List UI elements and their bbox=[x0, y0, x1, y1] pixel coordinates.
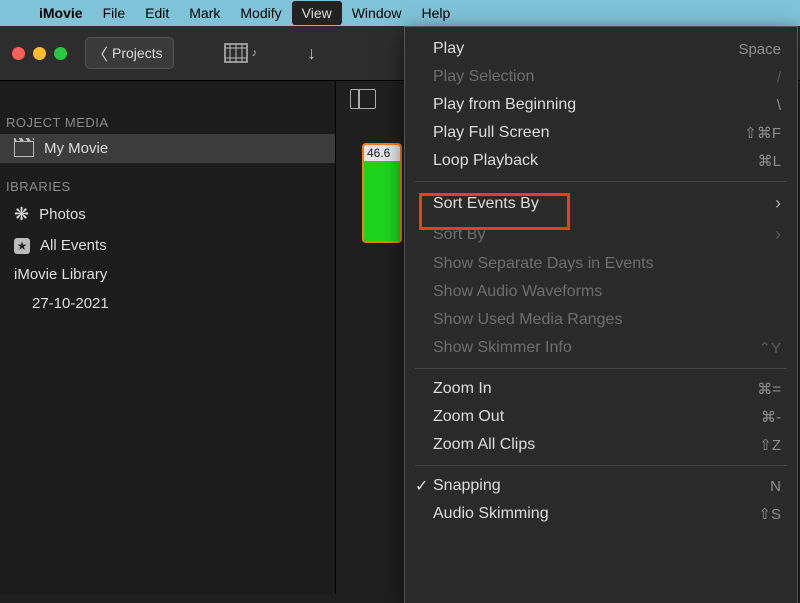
sidebar-item-photos[interactable]: ❋ Photos bbox=[0, 198, 335, 231]
media-clip[interactable]: 46.6 bbox=[362, 143, 402, 243]
clip-thumbnail bbox=[364, 161, 400, 243]
menu-item-label: Zoom Out bbox=[433, 408, 504, 426]
menu-item-shortcut: Space bbox=[738, 41, 781, 58]
menu-item-label: Show Used Media Ranges bbox=[433, 311, 622, 329]
minimize-window-button[interactable] bbox=[33, 47, 46, 60]
menu-item-label: Show Audio Waveforms bbox=[433, 283, 602, 301]
filmstrip-icon bbox=[224, 43, 250, 63]
menubar-view[interactable]: View bbox=[292, 1, 342, 25]
sidebar-item-label: All Events bbox=[40, 237, 107, 254]
menu-separator bbox=[415, 181, 787, 182]
clapperboard-icon bbox=[14, 141, 34, 157]
sidebar-item-event-date[interactable]: 27-10-2021 bbox=[0, 289, 335, 318]
sidebar: ROJECT MEDIA My Movie IBRARIES ❋ Photos … bbox=[0, 81, 336, 594]
menu-item-shortcut: ⇧⌘F bbox=[744, 124, 781, 142]
sidebar-item-label: Photos bbox=[39, 206, 86, 223]
menubar-app-name[interactable]: iMovie bbox=[29, 1, 93, 25]
menu-item-shortcut: / bbox=[777, 69, 781, 86]
menu-item-label: Play bbox=[433, 40, 464, 58]
layout-toggle-button[interactable] bbox=[350, 89, 376, 109]
sidebar-item-label: iMovie Library bbox=[14, 266, 107, 283]
menu-item-label: Play from Beginning bbox=[433, 96, 576, 114]
window-controls bbox=[12, 47, 67, 60]
sidebar-item-label: 27-10-2021 bbox=[32, 295, 109, 312]
menu-item-label: Show Skimmer Info bbox=[433, 339, 572, 357]
menu-item-shortcut: N bbox=[770, 478, 781, 495]
menu-item-play-selection: Play Selection / bbox=[405, 63, 797, 91]
menu-item-label: Loop Playback bbox=[433, 152, 538, 170]
chevron-left-icon: 〈 bbox=[92, 41, 108, 65]
menu-item-audio-skimming[interactable]: Audio Skimming ⇧S bbox=[405, 500, 797, 528]
menu-item-sort-by: Sort By › bbox=[405, 219, 797, 250]
sidebar-item-my-movie[interactable]: My Movie bbox=[0, 134, 335, 163]
menu-item-label: Play Selection bbox=[433, 68, 534, 86]
back-label: Projects bbox=[112, 45, 163, 61]
menubar-edit[interactable]: Edit bbox=[135, 1, 179, 25]
sidebar-heading-project-media: ROJECT MEDIA bbox=[0, 111, 335, 134]
menu-item-label: Sort Events By bbox=[433, 195, 539, 213]
menubar-mark[interactable]: Mark bbox=[179, 1, 230, 25]
menu-item-used-media-ranges: Show Used Media Ranges bbox=[405, 306, 797, 334]
menubar-help[interactable]: Help bbox=[412, 1, 461, 25]
menu-item-shortcut: ⌃Y bbox=[758, 339, 781, 357]
menu-item-shortcut: ⌘= bbox=[757, 380, 781, 398]
sidebar-item-label: My Movie bbox=[44, 140, 108, 157]
menu-item-label: Show Separate Days in Events bbox=[433, 255, 654, 273]
menu-item-audio-waveforms: Show Audio Waveforms bbox=[405, 278, 797, 306]
menubar-modify[interactable]: Modify bbox=[230, 1, 291, 25]
menu-item-sort-events-by[interactable]: Sort Events By › bbox=[405, 188, 797, 219]
menu-item-shortcut: ⌘L bbox=[758, 152, 781, 170]
menu-item-label: Snapping bbox=[433, 477, 501, 495]
menu-item-shortcut: \ bbox=[777, 97, 781, 114]
menu-item-shortcut: ⇧S bbox=[758, 505, 781, 523]
menu-separator bbox=[415, 465, 787, 466]
menu-item-play[interactable]: Play Space bbox=[405, 35, 797, 63]
menu-item-skimmer-info: Show Skimmer Info ⌃Y bbox=[405, 334, 797, 362]
menu-separator bbox=[415, 368, 787, 369]
menubar: iMovie File Edit Mark Modify View Window… bbox=[0, 0, 800, 26]
menu-item-label: Zoom In bbox=[433, 380, 492, 398]
menu-item-shortcut: ⇧Z bbox=[759, 436, 781, 454]
menu-item-zoom-all-clips[interactable]: Zoom All Clips ⇧Z bbox=[405, 431, 797, 459]
sidebar-heading-libraries: IBRARIES bbox=[0, 175, 335, 198]
menu-item-loop-playback[interactable]: Loop Playback ⌘L bbox=[405, 147, 797, 175]
menu-item-shortcut: ⌘- bbox=[761, 408, 781, 426]
menubar-window[interactable]: Window bbox=[342, 1, 412, 25]
sidebar-item-all-events[interactable]: ★ All Events bbox=[0, 231, 335, 260]
menu-item-zoom-in[interactable]: Zoom In ⌘= bbox=[405, 375, 797, 403]
clip-duration-label: 46.6 bbox=[364, 145, 400, 161]
fullscreen-window-button[interactable] bbox=[54, 47, 67, 60]
import-button[interactable]: ↓ bbox=[307, 43, 316, 64]
music-note-icon: ♪ bbox=[252, 47, 258, 59]
menubar-file[interactable]: File bbox=[93, 1, 136, 25]
gear-flower-icon: ❋ bbox=[14, 204, 29, 225]
menu-item-label: Zoom All Clips bbox=[433, 436, 535, 454]
menu-item-label: Audio Skimming bbox=[433, 505, 549, 523]
star-icon: ★ bbox=[14, 238, 30, 254]
download-arrow-icon: ↓ bbox=[307, 43, 316, 63]
back-to-projects-button[interactable]: 〈 Projects bbox=[85, 37, 174, 69]
menu-item-snapping[interactable]: ✓ Snapping N bbox=[405, 472, 797, 500]
submenu-arrow-icon: › bbox=[775, 224, 781, 245]
menu-item-label: Sort By bbox=[433, 226, 485, 244]
close-window-button[interactable] bbox=[12, 47, 25, 60]
menu-item-separate-days: Show Separate Days in Events bbox=[405, 250, 797, 278]
menu-item-label: Play Full Screen bbox=[433, 124, 550, 142]
media-filter-button[interactable]: ♪ bbox=[224, 43, 258, 63]
sidebar-item-imovie-library[interactable]: iMovie Library bbox=[0, 260, 335, 289]
view-menu-dropdown: Play Space Play Selection / Play from Begi… bbox=[404, 26, 798, 603]
submenu-arrow-icon: › bbox=[775, 193, 781, 214]
checkmark-icon: ✓ bbox=[415, 476, 428, 496]
menu-item-play-from-beginning[interactable]: Play from Beginning \ bbox=[405, 91, 797, 119]
menu-item-zoom-out[interactable]: Zoom Out ⌘- bbox=[405, 403, 797, 431]
menu-item-play-full-screen[interactable]: Play Full Screen ⇧⌘F bbox=[405, 119, 797, 147]
